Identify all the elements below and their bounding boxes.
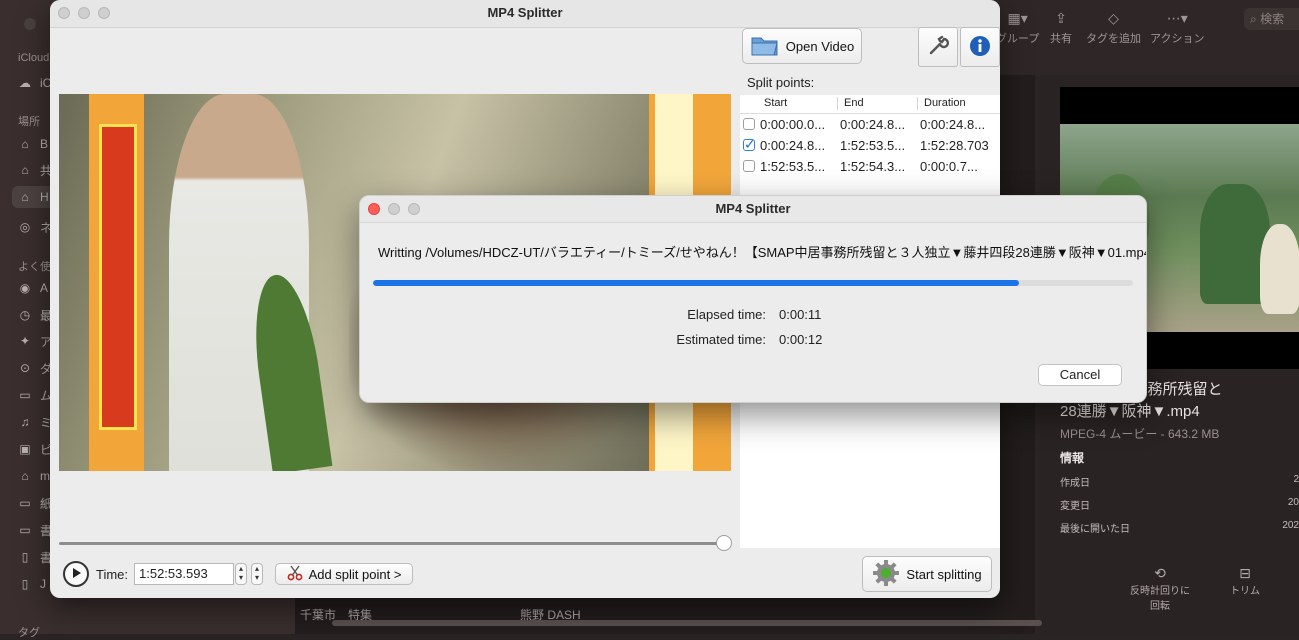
cell-start: 0:00:00.0... bbox=[760, 117, 826, 132]
toolbar-share-button[interactable]: ⇪ 共有 bbox=[1050, 10, 1072, 46]
chevron-up-icon: ▴ bbox=[254, 564, 259, 573]
dialog-title-bar: MP4 Splitter bbox=[360, 196, 1146, 223]
app-icon: ✦ bbox=[19, 334, 31, 348]
wrench-icon bbox=[927, 35, 950, 60]
folder-icon: ▭ bbox=[19, 523, 31, 537]
cell-duration: 0:00:24.8... bbox=[920, 117, 986, 132]
search-icon: ⌕ bbox=[1250, 12, 1257, 26]
column-header-end[interactable]: End bbox=[844, 97, 864, 109]
info-icon bbox=[969, 35, 991, 60]
split-points-label: Split points: bbox=[747, 75, 815, 90]
timeline-slider[interactable] bbox=[59, 542, 724, 545]
progress-bar-fill bbox=[373, 280, 1019, 286]
cell-start: 1:52:53.5... bbox=[760, 159, 826, 174]
rotate-icon: ⟲ bbox=[1154, 565, 1166, 581]
sidebar-section-locations: 場所 bbox=[18, 116, 40, 128]
time-input[interactable]: 1:52:53.593 bbox=[134, 563, 234, 585]
app-icon: ◉ bbox=[19, 281, 31, 295]
folder-icon bbox=[750, 33, 780, 60]
info-button[interactable] bbox=[960, 27, 1000, 67]
horizontal-scrollbar[interactable] bbox=[332, 620, 1042, 626]
settings-button[interactable] bbox=[918, 27, 958, 67]
column-header-duration[interactable]: Duration bbox=[924, 97, 966, 109]
doc-icon: ▭ bbox=[19, 388, 31, 402]
search-field[interactable]: ⌕ 検索 bbox=[1244, 8, 1299, 30]
network-icon: ◎ bbox=[19, 220, 31, 234]
toolbar-action-button[interactable]: ⋯▾ アクション bbox=[1150, 10, 1204, 46]
rotate-button[interactable]: ⟲ 反時計回りに 回転 bbox=[1120, 565, 1200, 612]
download-icon: ⊙ bbox=[19, 361, 31, 375]
column-header-start[interactable]: Start bbox=[764, 97, 787, 109]
dialog-title: MP4 Splitter bbox=[715, 201, 791, 216]
table-row[interactable]: 0:00:00.0... 0:00:24.8... 0:00:24.8... bbox=[740, 114, 1000, 135]
cell-duration: 1:52:28.703 bbox=[920, 138, 989, 153]
elapsed-time-value: 0:00:11 bbox=[779, 307, 822, 322]
window-title: MP4 Splitter bbox=[487, 5, 563, 20]
timeline-slider-knob[interactable] bbox=[716, 535, 732, 551]
scissors-icon bbox=[287, 565, 303, 584]
row-checkbox[interactable] bbox=[743, 118, 755, 130]
drive-icon: ⌂ bbox=[21, 163, 29, 177]
window-close-button[interactable] bbox=[24, 18, 36, 30]
cell-duration: 0:00:0.7... bbox=[920, 159, 978, 174]
gear-icon bbox=[872, 559, 900, 590]
row-checkbox-checked[interactable] bbox=[743, 136, 756, 153]
action-icon: ⋯▾ bbox=[1166, 10, 1188, 26]
table-row[interactable]: 1:52:53.5... 1:52:54.3... 0:00:0.7... bbox=[740, 156, 1000, 177]
title-bar: MP4 Splitter bbox=[50, 0, 1000, 28]
toolbar-tag-button[interactable]: ◇ タグを追加 bbox=[1086, 10, 1141, 46]
cloud-icon: ☁ bbox=[19, 76, 31, 90]
folder-icon: ▭ bbox=[19, 496, 31, 510]
play-icon bbox=[70, 567, 82, 582]
info-row: 変更日 20 bbox=[1060, 497, 1299, 512]
clock-icon: ◷ bbox=[19, 308, 31, 322]
doc-icon: ▯ bbox=[21, 550, 29, 564]
sidebar-section-icloud: iCloud bbox=[18, 52, 50, 64]
time-stepper-2[interactable]: ▴ ▾ bbox=[251, 563, 263, 585]
sidebar-section-tags: タグ bbox=[18, 627, 40, 639]
writing-file-path: Writting /Volumes/HDCZ-UT/バラエティー/トミーズ/せや… bbox=[378, 245, 1147, 260]
open-video-button[interactable]: Open Video bbox=[742, 28, 862, 64]
elapsed-time-label: Elapsed time: bbox=[687, 307, 766, 322]
home-icon: ⌂ bbox=[21, 469, 29, 483]
estimated-time-label: Estimated time: bbox=[676, 332, 766, 347]
toolbar-group-button[interactable]: ▦▾ グループ bbox=[996, 10, 1039, 46]
preview-file-kind: MPEG-4 ムービー - 643.2 MB bbox=[1060, 427, 1220, 441]
trim-icon: ⊟ bbox=[1239, 565, 1251, 581]
drive-icon: ⌂ bbox=[21, 190, 29, 204]
play-button[interactable] bbox=[63, 561, 89, 587]
drive-icon: ⌂ bbox=[21, 137, 29, 151]
doc-icon: ▯ bbox=[21, 577, 29, 591]
music-icon: ♫ bbox=[20, 415, 30, 429]
time-stepper-1[interactable]: ▴ ▾ bbox=[235, 563, 247, 585]
table-row[interactable]: 0:00:24.8... 1:52:53.5... 1:52:28.703 bbox=[740, 135, 1000, 156]
trim-button[interactable]: ⊟ トリム bbox=[1220, 565, 1270, 597]
progress-dialog: MP4 Splitter Writting /Volumes/HDCZ-UT/バ… bbox=[359, 195, 1147, 403]
display-icon: ▣ bbox=[19, 442, 31, 456]
info-row: 作成日 2 bbox=[1060, 474, 1299, 489]
cancel-button[interactable]: Cancel bbox=[1038, 364, 1122, 386]
preview-info-heading: 情報 bbox=[1060, 451, 1085, 465]
cell-end: 0:00:24.8... bbox=[840, 117, 906, 132]
start-splitting-button[interactable]: Start splitting bbox=[862, 556, 992, 592]
estimated-time-value: 0:00:12 bbox=[779, 332, 823, 347]
row-checkbox[interactable] bbox=[743, 160, 755, 172]
group-icon: ▦▾ bbox=[1007, 10, 1028, 26]
add-split-point-button[interactable]: Add split point > bbox=[275, 563, 413, 585]
share-icon: ⇪ bbox=[1055, 10, 1067, 26]
time-label: Time: bbox=[96, 567, 129, 582]
table-header: Start End Duration bbox=[740, 95, 1000, 114]
sidebar-section-favorites: よく使 bbox=[18, 261, 51, 273]
info-row: 最後に開いた日 202 bbox=[1060, 520, 1299, 535]
tag-icon: ◇ bbox=[1108, 10, 1119, 26]
progress-bar bbox=[373, 280, 1133, 286]
cell-end: 1:52:54.3... bbox=[840, 159, 906, 174]
cell-start: 0:00:24.8... bbox=[760, 138, 826, 153]
chevron-up-icon: ▴ bbox=[238, 564, 243, 573]
cell-end: 1:52:53.5... bbox=[840, 138, 906, 153]
chevron-down-icon: ▾ bbox=[238, 573, 243, 582]
chevron-down-icon: ▾ bbox=[254, 573, 259, 582]
